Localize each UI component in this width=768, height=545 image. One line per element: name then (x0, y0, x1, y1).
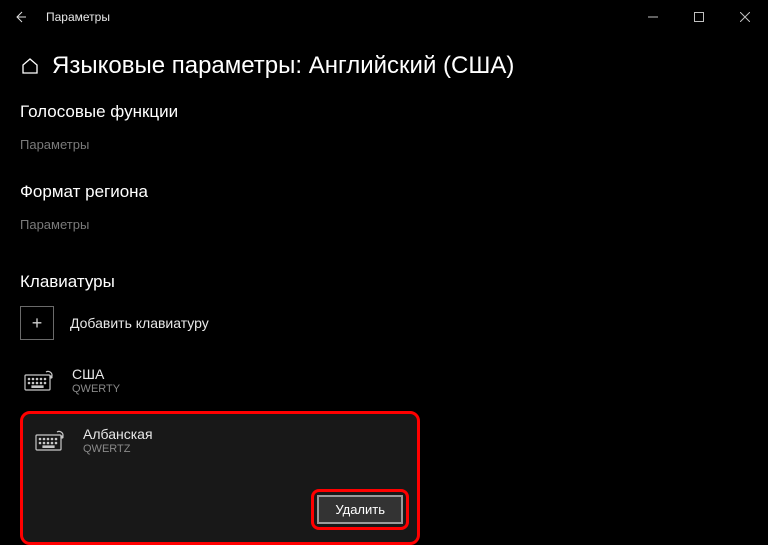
page-title: Языковые параметры: Английский (США) (52, 52, 514, 80)
add-keyboard-button[interactable]: + Добавить клавиатуру (20, 306, 748, 340)
add-keyboard-label: Добавить клавиатуру (70, 315, 209, 331)
keyboard-item[interactable]: Албанская QWERTZ (31, 424, 409, 457)
content-area: Языковые параметры: Английский (США) Гол… (0, 34, 768, 545)
remove-button[interactable]: Удалить (317, 495, 403, 524)
keyboard-item-expanded: Албанская QWERTZ Удалить (20, 411, 420, 545)
keyboard-layout: QWERTY (72, 383, 120, 395)
minimize-button[interactable] (630, 1, 676, 33)
titlebar-left: Параметры (8, 5, 110, 29)
minimize-icon (648, 12, 658, 22)
region-options-link[interactable]: Параметры (20, 217, 89, 232)
app-title: Параметры (46, 10, 110, 24)
close-button[interactable] (722, 1, 768, 33)
close-icon (740, 12, 750, 22)
titlebar: Параметры (0, 0, 768, 34)
home-icon (21, 57, 39, 75)
keyboard-item-text: Албанская QWERTZ (83, 426, 153, 455)
arrow-left-icon (12, 9, 28, 25)
keyboard-item-text: США QWERTY (72, 366, 120, 395)
maximize-button[interactable] (676, 1, 722, 33)
window-controls (630, 1, 768, 33)
back-button[interactable] (8, 5, 32, 29)
maximize-icon (694, 12, 704, 22)
keyboard-name: США (72, 366, 120, 382)
keyboard-name: Албанская (83, 426, 153, 442)
plus-icon: + (20, 306, 54, 340)
keyboards-section-heading: Клавиатуры (20, 272, 748, 292)
region-section-heading: Формат региона (20, 182, 748, 202)
voice-options-link[interactable]: Параметры (20, 137, 89, 152)
keyboard-item-actions: Удалить (31, 489, 409, 530)
keyboard-item[interactable]: США QWERTY (20, 360, 748, 401)
keyboards-section: Клавиатуры + Добавить клавиатуру США QWE… (20, 272, 748, 545)
page-header: Языковые параметры: Английский (США) (20, 52, 748, 80)
home-button[interactable] (20, 56, 40, 76)
keyboard-layout: QWERTZ (83, 443, 153, 455)
keyboard-icon (33, 429, 67, 453)
voice-section-heading: Голосовые функции (20, 102, 748, 122)
remove-button-highlight: Удалить (311, 489, 409, 530)
keyboard-icon (22, 369, 56, 393)
